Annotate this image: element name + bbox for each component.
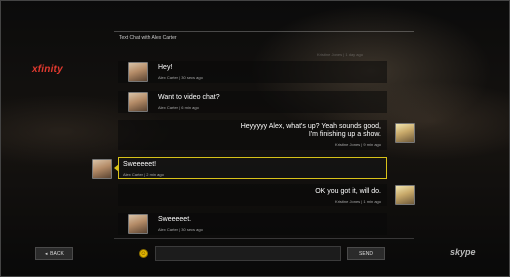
- selection-pointer: [114, 164, 119, 172]
- avatar: [128, 92, 148, 112]
- avatar: [128, 62, 148, 82]
- send-button[interactable]: SEND: [347, 247, 385, 260]
- message-meta: Alex Carter | 2 min ago: [123, 172, 164, 177]
- chat-message[interactable]: Hey! Alex Carter | 30 secs ago: [118, 61, 387, 83]
- back-label: BACK: [50, 250, 64, 257]
- chat-panel[interactable]: Hey! Alex Carter | 30 secs ago Want to v…: [92, 59, 415, 239]
- avatar: [92, 159, 112, 179]
- chat-message[interactable]: OK you got it, will do. Kristine Jones |…: [118, 184, 415, 206]
- chat-message[interactable]: Sweeeeet. Alex Carter | 30 secs ago: [118, 213, 387, 235]
- message-text: Sweeeeet!: [123, 161, 157, 168]
- message-meta: Kristine Jones | 1 min ago: [335, 199, 381, 204]
- message-meta: Alex Carter | 30 secs ago: [158, 227, 203, 232]
- avatar: [395, 185, 415, 205]
- message-text: Sweeeeet.: [158, 216, 192, 223]
- message-meta: Alex Carter | 6 min ago: [158, 105, 199, 110]
- smiley-icon[interactable]: ☺: [139, 249, 148, 258]
- avatar: [128, 214, 148, 234]
- message-text: OK you got it, will do.: [315, 188, 381, 195]
- footer-divider: [114, 238, 414, 239]
- smiley-glyph: ☺: [140, 250, 147, 257]
- avatar: [395, 123, 415, 143]
- app-frame: xfinity Text Chat with Alex Carter Krist…: [0, 0, 510, 277]
- message-meta: Alex Carter | 30 secs ago: [158, 75, 203, 80]
- page-title: Text Chat with Alex Carter: [119, 35, 177, 41]
- chat-message-selected[interactable]: Sweeeeet! Alex Carter | 2 min ago: [92, 157, 387, 179]
- back-arrow-icon: ◄: [44, 251, 49, 256]
- chat-message[interactable]: Heyyyyy Alex, what's up? Yeah sounds goo…: [118, 120, 415, 150]
- message-text-line-1: Heyyyyy Alex, what's up? Yeah sounds goo…: [240, 123, 381, 130]
- message-text-line-2: I'm finishing up a show.: [308, 131, 381, 138]
- message-input[interactable]: [155, 246, 341, 261]
- back-button[interactable]: ◄ BACK: [35, 247, 73, 260]
- send-label: SEND: [359, 250, 373, 257]
- faded-message-meta: Kristine Jones | 1 day ago: [317, 52, 363, 57]
- message-text: Want to video chat?: [158, 94, 220, 101]
- skype-logo: skype: [450, 247, 476, 257]
- title-divider: [114, 31, 414, 32]
- chat-message[interactable]: Want to video chat? Alex Carter | 6 min …: [118, 91, 387, 113]
- xfinity-logo: xfinity: [32, 64, 63, 75]
- message-meta: Kristine Jones | 9 min ago: [335, 142, 381, 147]
- message-text: Hey!: [158, 64, 173, 71]
